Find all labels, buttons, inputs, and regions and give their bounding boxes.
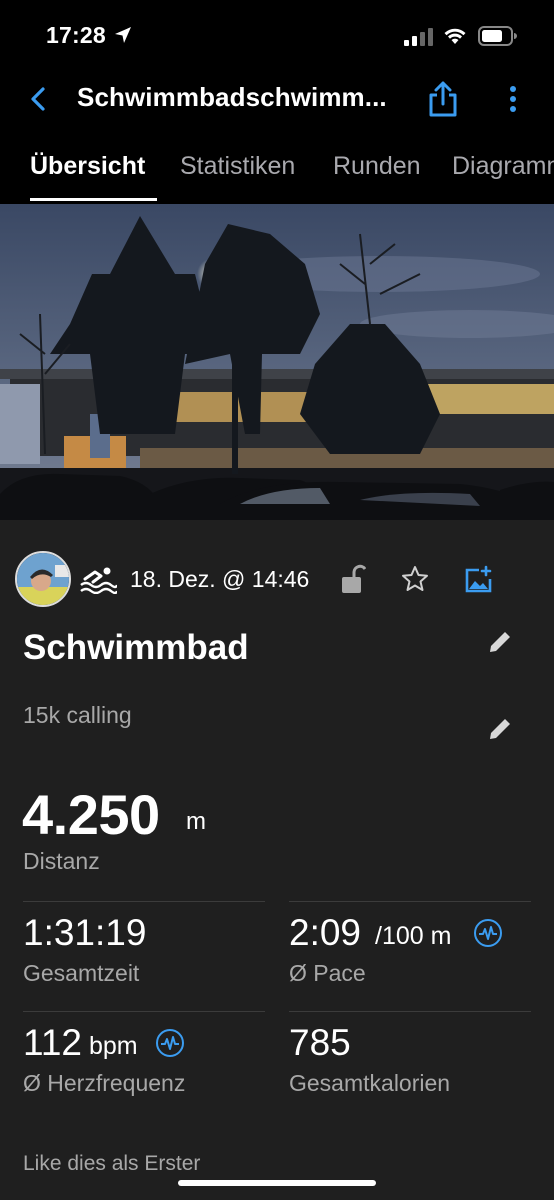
avatar[interactable]: [15, 551, 71, 607]
heart-rate-icon[interactable]: [473, 918, 503, 948]
tab-laps[interactable]: Runden: [333, 152, 421, 181]
divider: [23, 901, 265, 902]
heart-rate-unit: bpm: [89, 1032, 138, 1060]
tab-overview[interactable]: Übersicht: [30, 152, 145, 181]
activity-date: 18. Dez. @ 14:46: [130, 566, 310, 592]
star-icon[interactable]: [400, 564, 430, 594]
pace-label: Ø Pace: [289, 960, 366, 986]
swim-icon: [80, 567, 117, 594]
tab-statistics[interactable]: Statistiken: [180, 152, 295, 181]
like-prompt[interactable]: Like dies als Erster: [23, 1152, 200, 1176]
heart-rate-icon[interactable]: [155, 1028, 185, 1058]
status-bar: 17:28: [0, 0, 554, 72]
total-time-label: Gesamtzeit: [23, 960, 140, 986]
distance-label: Distanz: [23, 848, 100, 874]
activity-title: Schwimmbad: [23, 628, 249, 667]
heart-rate-label: Ø Herzfrequenz: [23, 1070, 186, 1096]
more-icon[interactable]: [503, 84, 523, 114]
tab-charts[interactable]: Diagramme: [452, 152, 554, 181]
share-icon[interactable]: [426, 80, 460, 118]
divider: [289, 1011, 531, 1012]
calories-label: Gesamtkalorien: [289, 1070, 451, 1096]
pace-value: 2:09: [289, 912, 362, 953]
activity-summary: 18. Dez. @ 14:46 Schwimmbad 15k calling …: [0, 520, 554, 1200]
calories-value: 785: [289, 1022, 351, 1063]
wifi-icon: [444, 28, 466, 44]
tab-bar: Übersicht Statistiken Runden Diagramme: [0, 132, 554, 204]
activity-photo[interactable]: [0, 204, 554, 520]
page-title: Schwimmbadschwimm...: [77, 82, 387, 112]
nav-bar: Schwimmbadschwimm...: [0, 72, 554, 132]
distance-unit: m: [186, 808, 206, 835]
total-time-value: 1:31:19: [23, 912, 147, 953]
signal-icon: [404, 28, 433, 46]
heart-rate-value: 112: [23, 1022, 82, 1063]
activity-description: 15k calling: [23, 702, 132, 728]
active-tab-indicator: [30, 198, 157, 201]
battery-icon: [478, 26, 517, 46]
divider: [289, 901, 531, 902]
location-arrow-icon: [115, 27, 131, 43]
add-photo-icon[interactable]: [464, 564, 494, 594]
pace-unit: /100 m: [375, 922, 452, 950]
divider: [23, 1011, 265, 1012]
home-indicator[interactable]: [178, 1180, 376, 1186]
distance-value: 4.250: [22, 783, 160, 846]
edit-title-icon[interactable]: [486, 628, 514, 656]
status-time: 17:28: [46, 22, 106, 48]
back-icon[interactable]: [24, 84, 54, 114]
lock-icon[interactable]: [340, 564, 366, 594]
edit-description-icon[interactable]: [486, 715, 514, 743]
